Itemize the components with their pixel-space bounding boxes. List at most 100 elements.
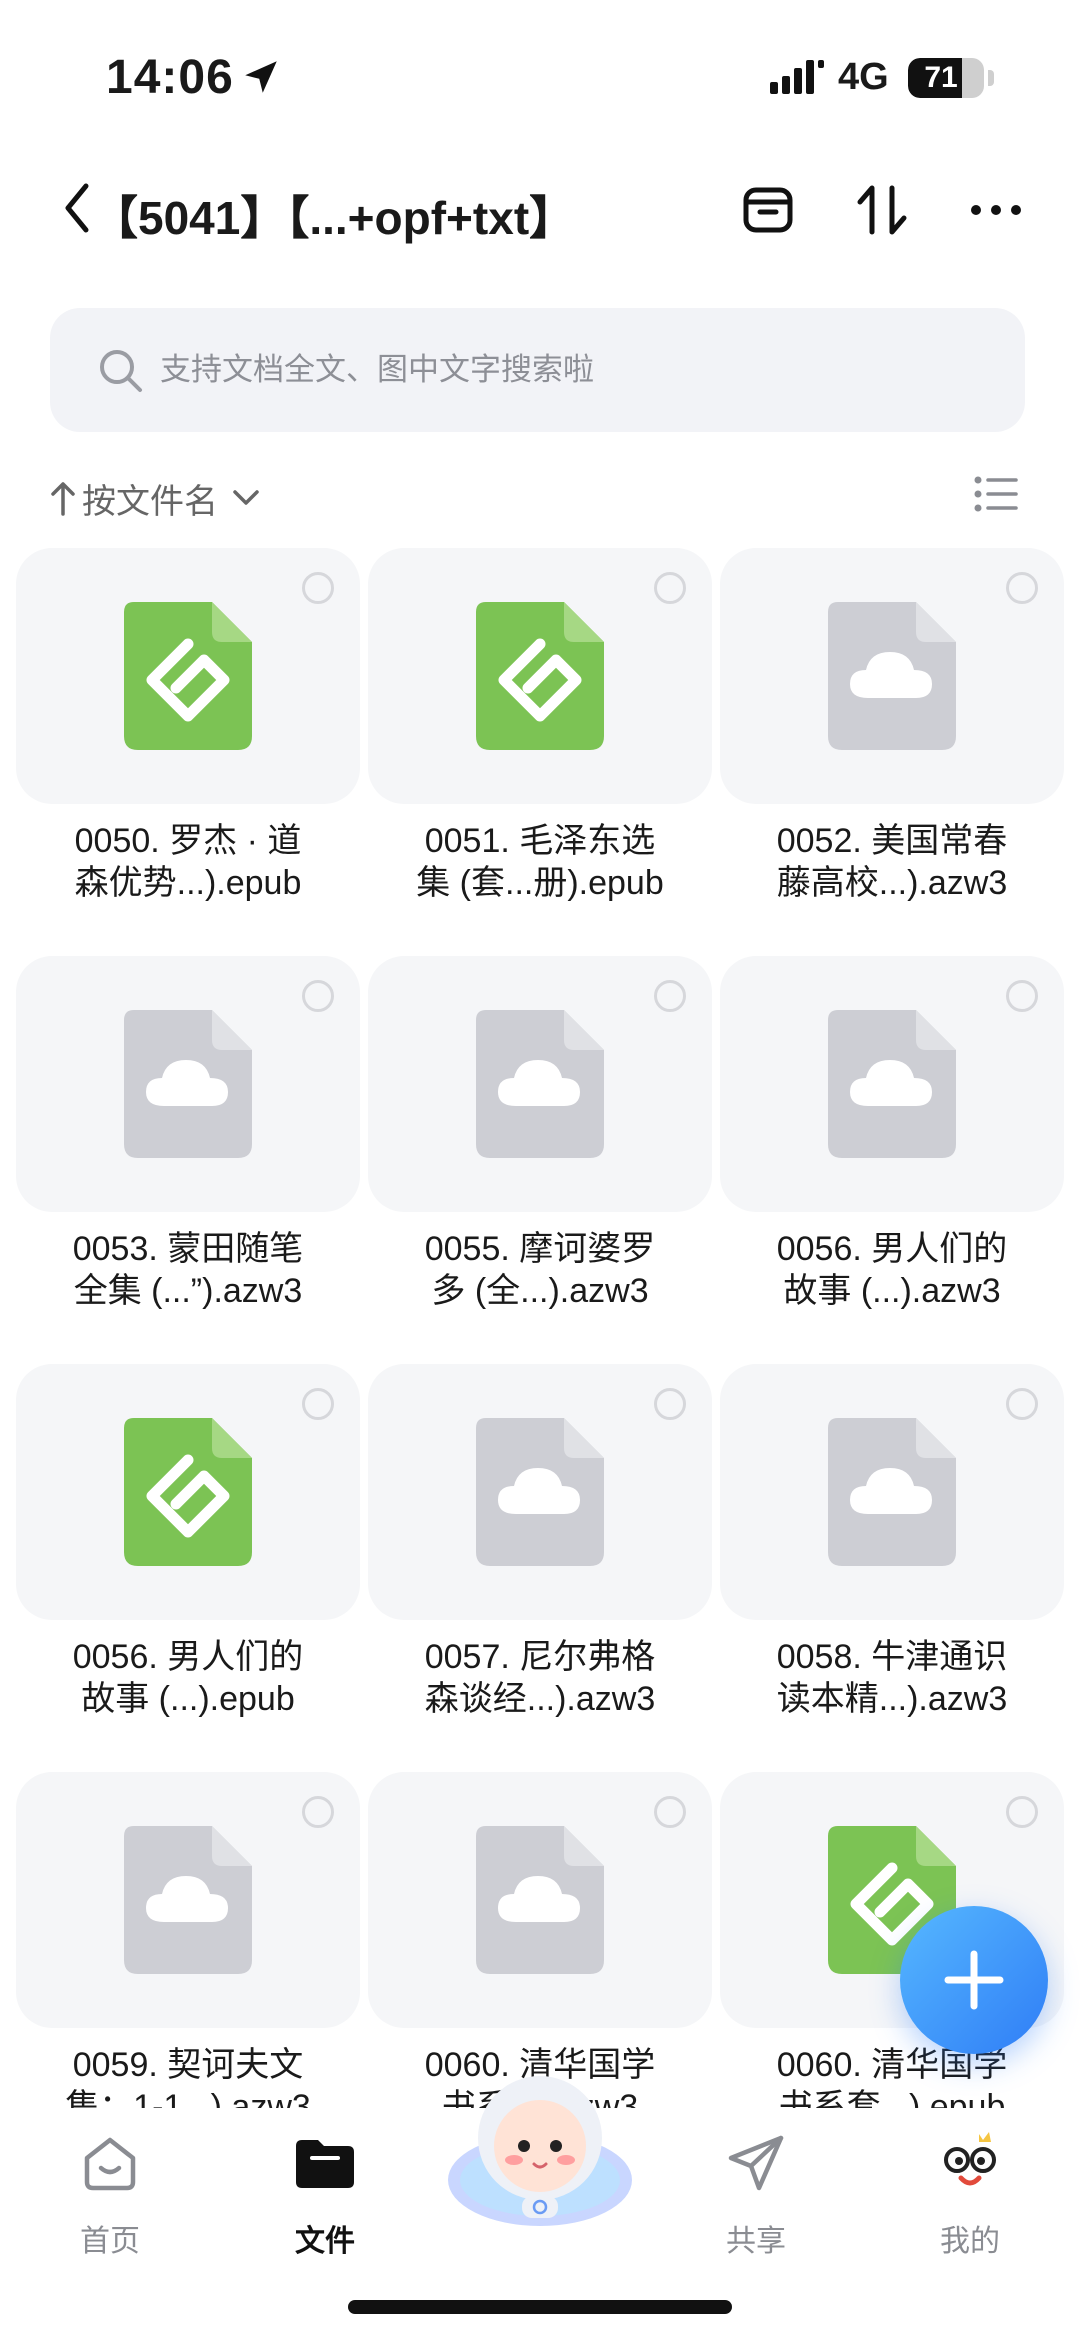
file-name-line2: 多 (全...).azw3 [431,1272,649,1310]
file-name-line1: 0050. 罗杰 · 道 [74,822,302,860]
select-radio[interactable] [302,1796,334,1828]
file-thumbnail[interactable] [368,1772,712,2028]
tab-mine[interactable]: 我的 [900,2128,1040,2278]
file-thumbnail[interactable] [368,1364,712,1620]
file-item[interactable]: 0057. 尼尔弗格 森谈经...).azw3 [368,1364,712,1772]
tab-mine-label: 我的 [940,2225,1000,2258]
cloud-file-icon [124,1826,252,1974]
more-dots-icon[interactable] [966,180,1026,240]
file-item[interactable]: 0060. 清华国学书系...).azw3 [368,1772,712,2108]
profile-icon [944,2132,996,2186]
search-bar[interactable] [50,308,1025,432]
select-radio[interactable] [1006,1796,1038,1828]
file-thumbnail[interactable] [16,1364,360,1620]
sort-selector[interactable]: 按文件名 [50,468,260,528]
file-thumbnail[interactable] [16,1772,360,2028]
file-item[interactable]: 0052. 美国常春 藤高校...).azw3 [720,548,1064,956]
file-grid: 0050. 罗杰 · 道森优势...).epub 0051. 毛泽东选集 (套..… [16,548,1064,2108]
file-name-line1: 0060. 清华国学 [776,2046,1008,2084]
file-name-line1: 0055. 摩诃婆罗 [424,1230,656,1268]
select-radio[interactable] [1006,1388,1038,1420]
file-name-line1: 0057. 尼尔弗格 [424,1638,656,1676]
file-name: 0059. 契诃夫文 集：1-1...).azw3 [16,2044,360,2108]
add-button[interactable] [900,1906,1048,2054]
file-thumbnail[interactable] [720,1364,1064,1620]
select-radio[interactable] [1006,572,1038,604]
file-thumbnail[interactable] [16,956,360,1212]
list-view-icon[interactable] [974,474,1018,514]
tab-files-label: 文件 [295,2225,355,2258]
file-name-line2: 读本精...).azw3 [776,1680,1008,1718]
share-icon [728,2135,784,2191]
plus-icon [944,1950,1004,2010]
file-item[interactable]: 0053. 蒙田随笔 全集 (...”).azw3 [16,956,360,1364]
select-radio[interactable] [302,572,334,604]
cloud-file-icon [476,1418,604,1566]
file-thumbnail[interactable] [720,548,1064,804]
status-time: 14:06 [106,51,234,104]
file-name: 0050. 罗杰 · 道森优势...).epub [16,820,360,904]
file-name: 0052. 美国常春 藤高校...).azw3 [720,820,1064,904]
assistant-mascot-icon[interactable] [440,2060,640,2230]
file-name: 0056. 男人们的 故事 (...).azw3 [720,1228,1064,1312]
file-item[interactable]: 0056. 男人们的 故事 (...).azw3 [720,956,1064,1364]
file-name-line2: 森谈经...).azw3 [424,1680,656,1718]
select-radio[interactable] [654,1796,686,1828]
file-item[interactable]: 0050. 罗杰 · 道森优势...).epub [16,548,360,956]
tab-share[interactable]: 共享 [686,2128,826,2278]
select-radio[interactable] [654,1388,686,1420]
battery-tip [988,70,994,86]
file-name-line2: 森优势...).epub [74,864,302,902]
home-indicator [348,2300,732,2314]
select-radio[interactable] [302,980,334,1012]
epub-file-icon [476,602,604,750]
cloud-file-icon [828,602,956,750]
folder-icon [296,2140,354,2188]
file-name-line2: 书系套...).epub [778,2088,1006,2108]
epub-file-icon [124,1418,252,1566]
file-item[interactable]: 0055. 摩诃婆罗多 (全...).azw3 [368,956,712,1364]
file-thumbnail[interactable] [16,548,360,804]
file-thumbnail[interactable] [720,956,1064,1212]
network-type: 4G [838,56,889,98]
file-name: 0056. 男人们的 故事 (...).epub [16,1636,360,1720]
header: 【5041】【...+opf+txt】 [0,160,1080,260]
select-radio[interactable] [654,572,686,604]
file-name-line1: 0056. 男人们的 [776,1230,1008,1268]
cloud-file-icon [476,1826,604,1974]
file-name-line1: 0056. 男人们的 [72,1638,304,1676]
search-input[interactable] [160,338,980,402]
battery-level: 71 [924,61,958,94]
file-item[interactable]: 0051. 毛泽东选集 (套...册).epub [368,548,712,956]
cloud-file-icon [828,1010,956,1158]
tab-home[interactable]: 首页 [40,2128,180,2278]
sort-label: 按文件名 [82,482,218,521]
file-item[interactable]: 0056. 男人们的 故事 (...).epub [16,1364,360,1772]
file-item[interactable]: 0058. 牛津通识 读本精...).azw3 [720,1364,1064,1772]
battery-icon: 71 [908,58,984,98]
file-item[interactable]: 0059. 契诃夫文 集：1-1...).azw3 [16,1772,360,2108]
file-name-line2: 集 (套...册).epub [416,864,664,902]
back-chevron-icon[interactable] [62,182,92,234]
select-radio[interactable] [302,1388,334,1420]
file-name: 0057. 尼尔弗格 森谈经...).azw3 [368,1636,712,1720]
sort-arrows-icon[interactable] [852,180,912,240]
file-name-line2: 故事 (...).azw3 [783,1272,1001,1310]
file-name-line2: 集：1-1...).azw3 [65,2088,311,2108]
location-arrow-icon [245,61,277,93]
tab-share-label: 共享 [726,2225,786,2258]
select-radio[interactable] [1006,980,1038,1012]
file-name-line1: 0052. 美国常春 [776,822,1008,860]
file-name-line1: 0053. 蒙田随笔 [72,1230,304,1268]
signal-icon [770,60,824,94]
home-icon [84,2137,136,2191]
file-thumbnail[interactable] [368,548,712,804]
chevron-down-icon [233,490,259,505]
file-name-line1: 0058. 牛津通识 [776,1638,1008,1676]
select-radio[interactable] [654,980,686,1012]
archive-box-icon[interactable] [738,180,798,240]
file-name: 0060. 清华国学书系套...).epub [720,2044,1064,2108]
file-thumbnail[interactable] [368,956,712,1212]
tab-files[interactable]: 文件 [255,2128,395,2278]
file-name: 0053. 蒙田随笔 全集 (...”).azw3 [16,1228,360,1312]
